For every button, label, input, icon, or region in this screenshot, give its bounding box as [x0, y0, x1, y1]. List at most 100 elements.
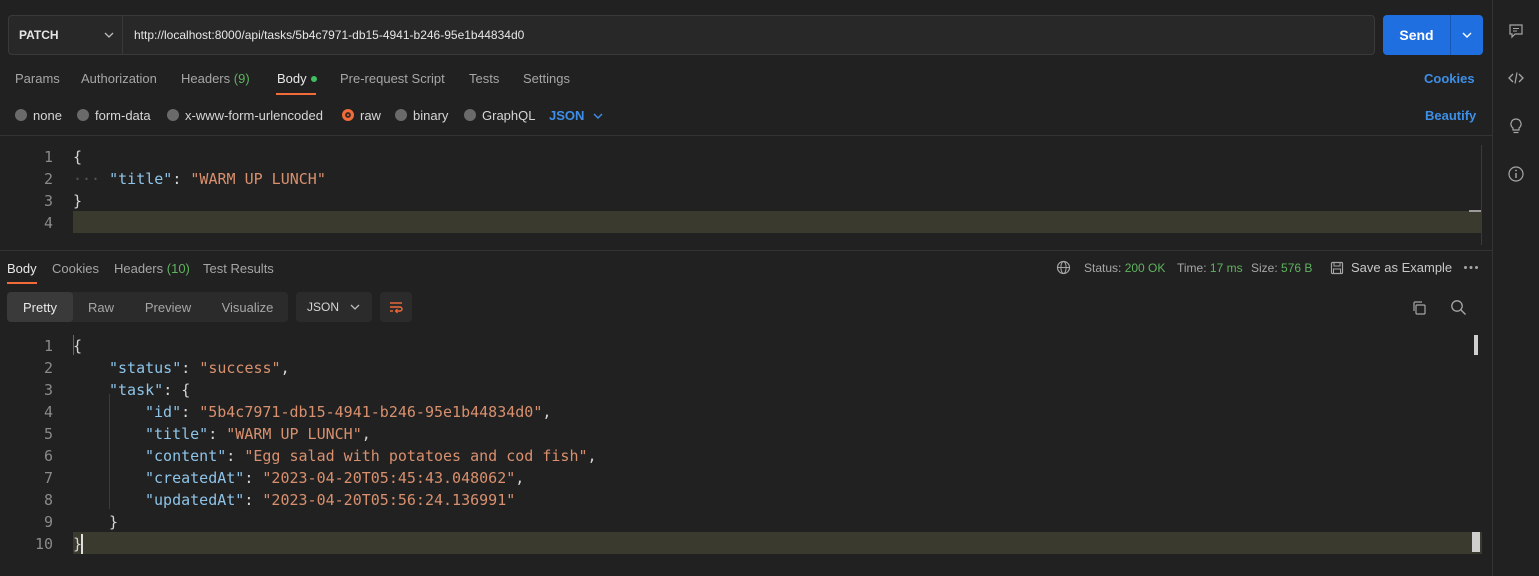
response-tab-cookies[interactable]: Cookies: [52, 261, 99, 283]
size-readout[interactable]: Size: 576 B: [1251, 261, 1312, 275]
chevron-down-icon: [104, 32, 114, 38]
chevron-down-icon: [1462, 32, 1472, 38]
body-format-label: JSON: [549, 108, 585, 123]
line-number: 1: [43, 148, 53, 166]
view-raw[interactable]: Raw: [73, 292, 129, 322]
scrollbar-thumb[interactable]: [1474, 335, 1478, 355]
editor-scroll-track: [1481, 145, 1482, 245]
copy-icon[interactable]: [1411, 300, 1427, 316]
radio-label: form-data: [95, 107, 151, 123]
beautify-button[interactable]: Beautify: [1425, 108, 1476, 123]
json-value: "WARM UP LUNCH": [226, 425, 362, 443]
url-bar: PATCH http://localhost:8000/api/tasks/5b…: [8, 15, 1375, 55]
radio-binary[interactable]: binary: [395, 108, 448, 123]
request-workspace: PATCH http://localhost:8000/api/tasks/5b…: [0, 0, 1492, 576]
scrollbar-thumb[interactable]: [1469, 210, 1481, 212]
line-number: 2: [43, 170, 53, 188]
view-pretty[interactable]: Pretty: [7, 292, 73, 322]
code-line: "createdAt": "2023-04-20T05:45:43.048062…: [145, 469, 525, 487]
code-line: "title": "WARM UP LUNCH",: [145, 425, 371, 443]
view-visualize[interactable]: Visualize: [207, 292, 288, 322]
json-key: "createdAt": [145, 469, 245, 487]
scrollbar-thumb[interactable]: [1472, 532, 1480, 552]
lightbulb-icon[interactable]: [1507, 117, 1525, 135]
line-number: 3: [43, 192, 53, 210]
json-value: "2023-04-20T05:56:24.136991": [262, 491, 516, 509]
view-preview[interactable]: Preview: [129, 292, 207, 322]
json-key: "title": [109, 170, 173, 188]
json-key: "content": [145, 447, 227, 465]
info-icon[interactable]: [1507, 165, 1525, 183]
response-tab-headers[interactable]: Headers (10): [114, 261, 190, 283]
radio-indicator: [15, 109, 27, 121]
radio-form-data[interactable]: form-data: [77, 107, 151, 123]
status-label: Status:: [1084, 261, 1122, 275]
json-value: "Egg salad with potatoes and cod fish": [244, 447, 588, 465]
send-button[interactable]: Send: [1383, 15, 1483, 55]
tab-body[interactable]: Body: [277, 71, 317, 93]
tab-settings[interactable]: Settings: [523, 71, 570, 93]
radio-graphql[interactable]: GraphQL: [464, 108, 535, 123]
code-icon[interactable]: [1507, 69, 1525, 87]
code-line: "id": "5b4c7971-db15-4941-b246-95e1b4483…: [145, 403, 552, 421]
divider: [0, 135, 1492, 136]
active-tab-underline: [276, 93, 316, 95]
status-readout[interactable]: Status: 200 OK: [1084, 261, 1165, 275]
body-format-select[interactable]: JSON: [549, 108, 603, 123]
radio-indicator: [167, 109, 179, 121]
tab-params[interactable]: Params: [15, 71, 60, 93]
json-key: "updatedAt": [145, 491, 245, 509]
tab-tests[interactable]: Tests: [469, 71, 499, 93]
response-tab-body[interactable]: Body: [7, 261, 37, 283]
radio-urlencoded[interactable]: x-www-form-urlencoded: [167, 108, 323, 123]
search-icon[interactable]: [1450, 299, 1467, 316]
tab-authorization[interactable]: Authorization: [81, 71, 157, 93]
request-body-editor[interactable]: 1 2 3 4 { ··· "title": "WARM UP LUNCH" }: [0, 145, 1482, 245]
right-sidebar: [1492, 0, 1539, 576]
code-line: ··· "title": "WARM UP LUNCH": [73, 170, 326, 188]
globe-icon[interactable]: [1056, 260, 1071, 275]
comment-icon[interactable]: [1507, 22, 1525, 40]
save-as-example-label: Save as Example: [1351, 260, 1453, 275]
response-format-select[interactable]: JSON: [296, 292, 372, 322]
method-label: PATCH: [19, 28, 59, 42]
code-token: }: [109, 513, 119, 531]
line-number: 6: [43, 447, 53, 465]
more-options-icon[interactable]: [1463, 265, 1479, 270]
response-body-viewer[interactable]: 1 2 3 4 5 6 7 8 9 10 { "status": "succes…: [0, 334, 1482, 564]
json-value: "5b4c7971-db15-4941-b246-95e1b44834d0": [199, 403, 543, 421]
chevron-down-icon: [593, 113, 603, 119]
save-icon: [1330, 261, 1344, 274]
tab-headers-label: Headers: [181, 71, 231, 86]
json-key: "status": [109, 359, 182, 377]
current-line-highlight: [73, 532, 1482, 554]
method-select[interactable]: PATCH: [9, 16, 123, 54]
status-value: 200 OK: [1124, 261, 1166, 275]
indent-guide: [109, 394, 110, 509]
cookies-link[interactable]: Cookies: [1424, 71, 1475, 86]
wrap-lines-button[interactable]: [380, 292, 412, 322]
tab-headers[interactable]: Headers (9): [181, 71, 250, 93]
send-label: Send: [1399, 27, 1434, 43]
radio-raw[interactable]: raw: [342, 107, 381, 123]
size-label: Size:: [1251, 261, 1278, 275]
body-set-indicator: [310, 75, 317, 82]
tab-pre-request-script[interactable]: Pre-request Script: [340, 71, 445, 93]
radio-label: none: [33, 107, 62, 123]
radio-indicator-selected: [342, 109, 354, 121]
radio-none[interactable]: none: [15, 107, 62, 123]
tab-body-label: Body: [277, 71, 307, 86]
headers-count: (10): [166, 261, 190, 276]
line-number: 3: [43, 381, 53, 399]
time-readout[interactable]: Time: 17 ms: [1177, 261, 1243, 275]
tab-headers-label: Headers: [114, 261, 164, 276]
json-key: "id": [145, 403, 182, 421]
code-line: "task": {: [109, 381, 191, 399]
url-input[interactable]: http://localhost:8000/api/tasks/5b4c7971…: [134, 16, 524, 54]
radio-label: raw: [360, 107, 381, 123]
json-key: "title": [145, 425, 209, 443]
response-tab-test-results[interactable]: Test Results: [203, 261, 274, 283]
send-options-button[interactable]: [1451, 15, 1483, 55]
save-as-example-button[interactable]: Save as Example: [1330, 260, 1452, 275]
divider: [0, 250, 1492, 251]
